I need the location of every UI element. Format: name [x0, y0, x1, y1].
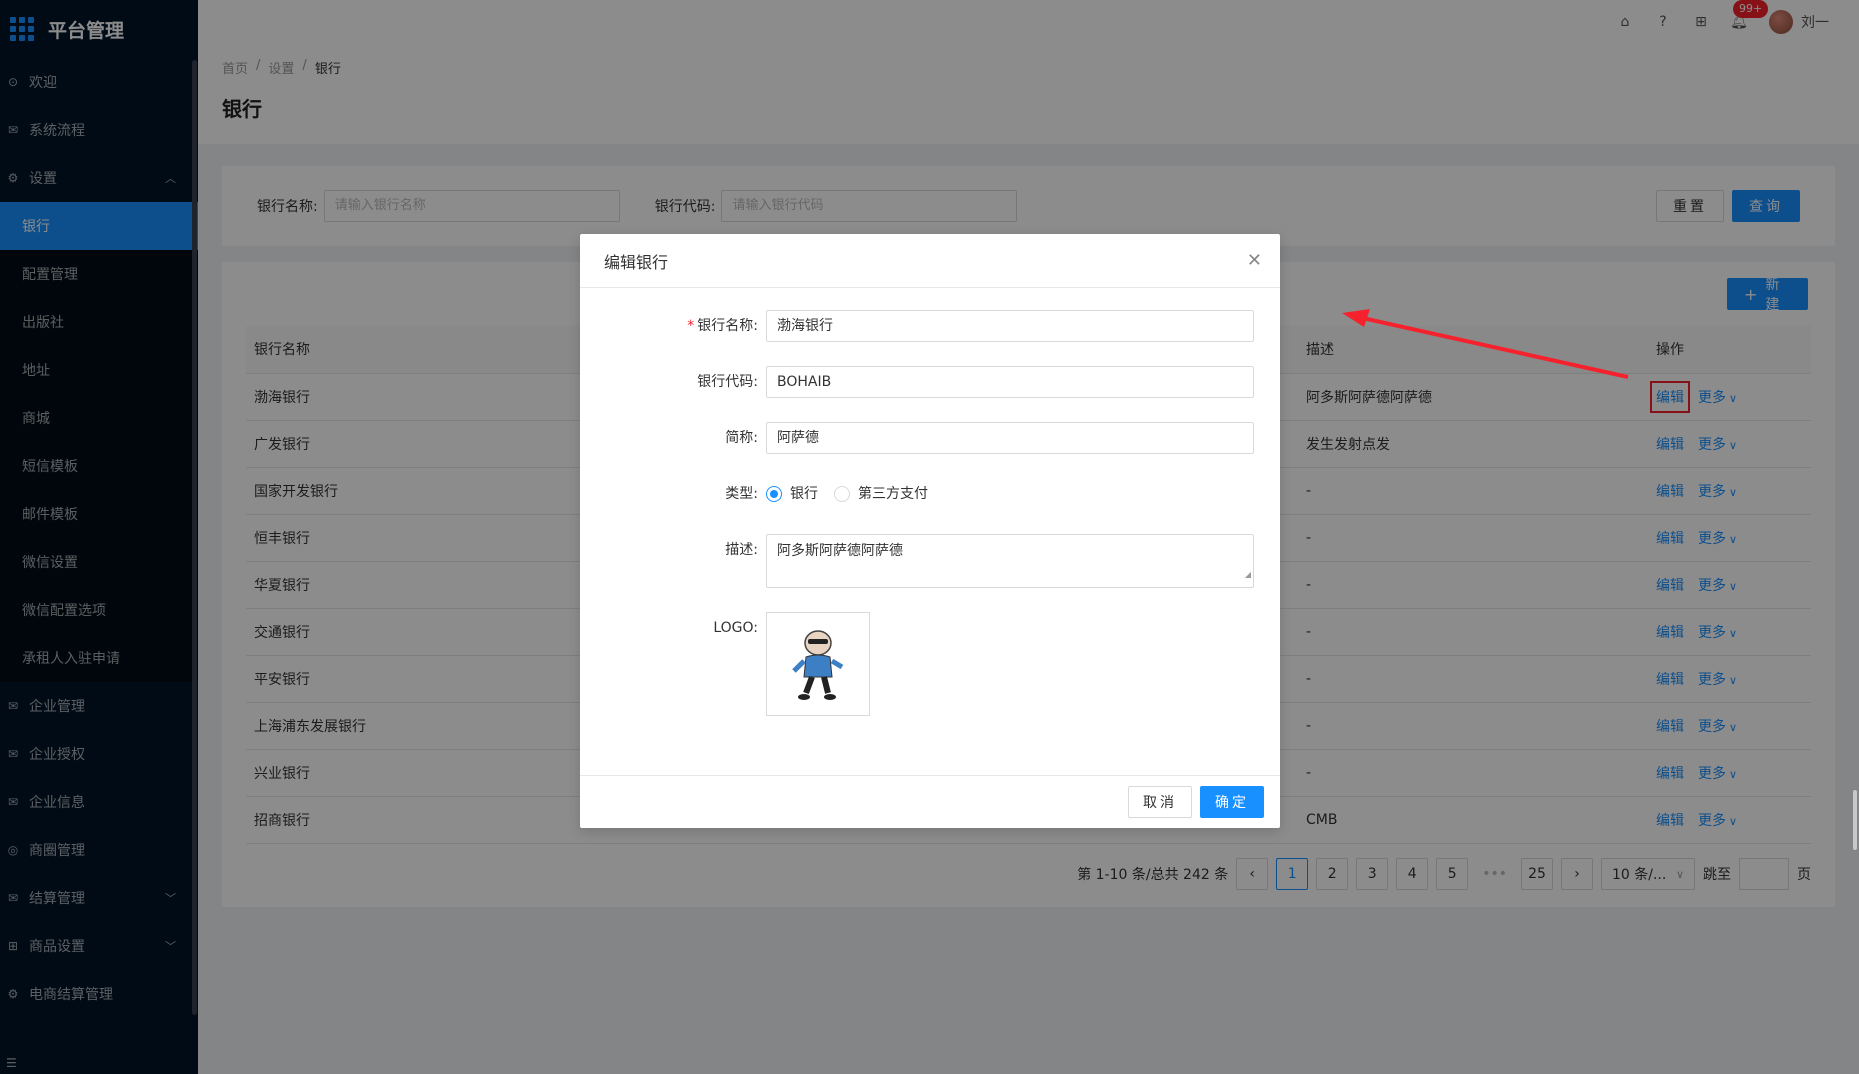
description-textarea[interactable]: 阿多斯阿萨德阿萨德 ◢: [766, 534, 1254, 588]
cancel-button[interactable]: 取消: [1128, 786, 1192, 818]
radio-checked-icon: [766, 486, 782, 502]
description-value: 阿多斯阿萨德阿萨德: [777, 543, 903, 559]
bank-name-field[interactable]: 渤海银行: [766, 310, 1254, 342]
modal-title: 编辑银行: [604, 252, 669, 272]
type-radio-bank[interactable]: 银行: [766, 478, 818, 510]
bank-name-field-label: 银行名称:: [697, 318, 758, 334]
close-icon[interactable]: ✕: [1247, 250, 1262, 271]
required-mark: *: [687, 318, 695, 334]
page-scrollbar[interactable]: [1853, 790, 1857, 850]
logo-upload[interactable]: [766, 612, 870, 716]
confirm-button[interactable]: 确定: [1200, 786, 1264, 818]
edit-bank-modal: 编辑银行 ✕ * 银行名称: 渤海银行 银行代码: BOHAIB 简称: 阿萨德 …: [580, 234, 1280, 828]
description-field-label: 描述:: [725, 542, 758, 558]
logo-field-label: LOGO:: [713, 620, 758, 636]
type-option-label: 银行: [790, 486, 818, 502]
bank-code-field[interactable]: BOHAIB: [766, 366, 1254, 398]
radio-unchecked-icon: [834, 486, 850, 502]
type-radio-third-party[interactable]: 第三方支付: [834, 478, 928, 510]
type-field-label: 类型:: [725, 486, 758, 502]
type-radio-group: 银行 第三方支付: [766, 478, 928, 510]
bank-code-field-label: 银行代码:: [697, 374, 758, 390]
modal-body: * 银行名称: 渤海银行 银行代码: BOHAIB 简称: 阿萨德 类型: 银行 …: [580, 288, 1280, 771]
resize-handle-icon[interactable]: ◢: [1245, 565, 1251, 585]
logo-image: [792, 630, 844, 700]
type-option-label: 第三方支付: [858, 486, 928, 502]
short-name-field-label: 简称:: [725, 430, 758, 446]
short-name-field[interactable]: 阿萨德: [766, 422, 1254, 454]
